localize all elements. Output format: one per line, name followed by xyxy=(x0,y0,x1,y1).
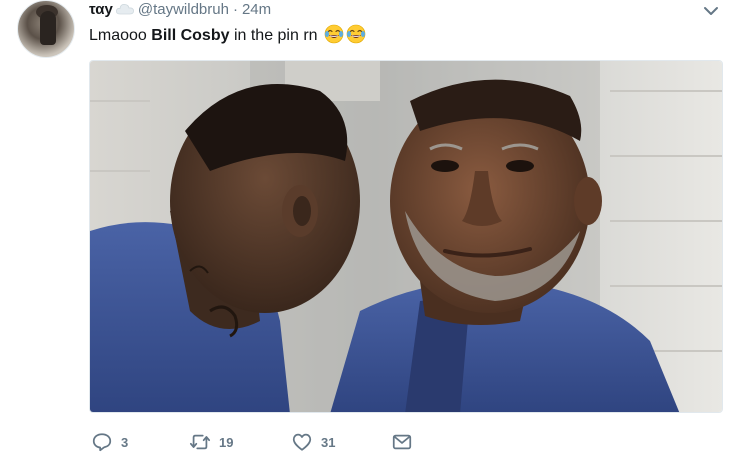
chevron-down-icon[interactable] xyxy=(702,4,720,18)
reply-count: 3 xyxy=(121,434,129,450)
cloud-icon xyxy=(115,1,134,15)
tweet-photo[interactable] xyxy=(89,60,723,413)
like-button[interactable]: 31 xyxy=(291,430,335,454)
like-count: 31 xyxy=(321,434,336,450)
tweet-actions: 3 19 31 xyxy=(89,430,729,454)
tweet[interactable]: ταy @taywildbruh · 24m Lmaooo Bill Cosby… xyxy=(0,0,730,476)
face-with-tears-of-joy-icon xyxy=(324,24,344,44)
tweet-header: ταy @taywildbruh · 24m xyxy=(89,0,271,20)
tweet-text-start: Lmaooo xyxy=(89,27,152,44)
tweet-text: Lmaooo Bill Cosby in the pin rn xyxy=(89,24,366,47)
timestamp[interactable]: 24m xyxy=(242,0,271,20)
direct-message-button[interactable] xyxy=(391,430,421,454)
heart-icon xyxy=(292,433,312,451)
retweet-icon xyxy=(189,434,211,450)
tweet-text-bold: Bill Cosby xyxy=(151,27,230,44)
retweet-button[interactable]: 19 xyxy=(189,430,233,454)
envelope-icon xyxy=(392,434,412,450)
retweet-count: 19 xyxy=(219,434,234,450)
face-with-tears-of-joy-icon xyxy=(346,24,366,44)
avatar[interactable] xyxy=(17,0,75,58)
user-handle[interactable]: @taywildbruh xyxy=(138,0,229,20)
tweet-text-end: in the pin rn xyxy=(229,27,318,44)
reply-icon xyxy=(92,433,112,452)
reply-button[interactable]: 3 xyxy=(91,430,128,454)
separator-dot: · xyxy=(232,1,238,18)
avatar-figure-body xyxy=(40,11,56,45)
display-name[interactable]: ταy xyxy=(89,0,113,20)
